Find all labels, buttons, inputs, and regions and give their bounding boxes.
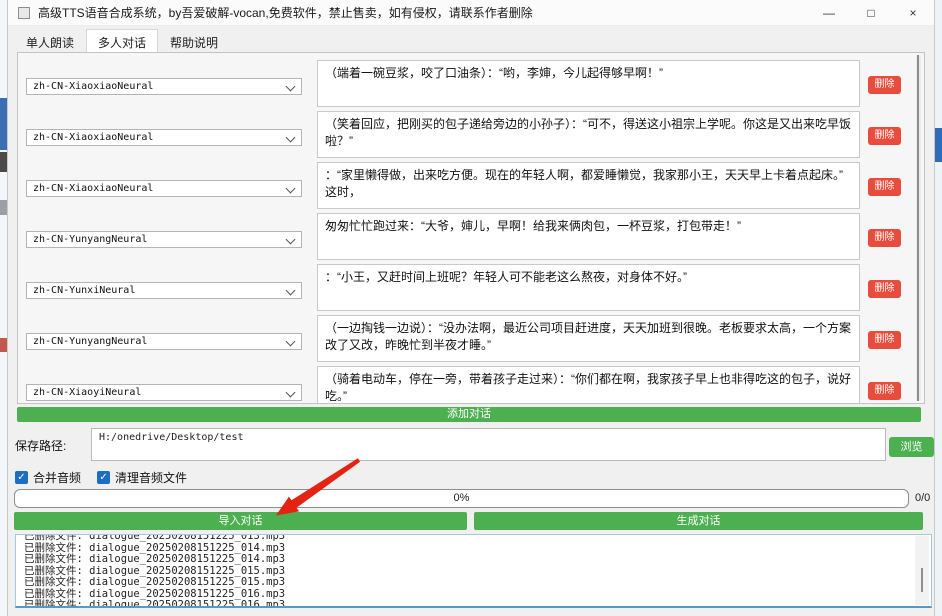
dialogue-row: zh-CN-YunyangNeural 匆匆忙忙跑过来：“大爷，婶儿，早啊！给我… (18, 213, 924, 261)
chevron-down-icon (286, 286, 296, 296)
dialogue-row: zh-CN-YunxiNeural ：“小王，又赶时间上班呢？年轻人可不能老这么… (18, 264, 924, 312)
progress-bar: 0% (14, 489, 909, 508)
dialogue-text-input[interactable]: （端着一碗豆浆，咬了口油条）：“哟，李婶，今儿起得够早啊！” (317, 60, 860, 107)
maximize-button[interactable]: □ (850, 0, 892, 26)
minimize-button[interactable]: — (808, 0, 850, 26)
app-icon (18, 7, 30, 19)
chevron-down-icon (286, 235, 296, 245)
voice-select[interactable]: zh-CN-XiaoxiaoNeural (26, 180, 302, 197)
desktop-edge-right (935, 0, 942, 616)
dialogue-row: zh-CN-XiaoxiaoNeural （端着一碗豆浆，咬了口油条）：“哟，李… (18, 60, 924, 108)
desktop-icon-fragment (0, 200, 7, 215)
log-lines: 已删除文件: dialogue_20250208151225_013.mp3 已… (24, 534, 931, 608)
title-bar: 高级TTS语音合成系统，by吾爱破解-vocan,免费软件，禁止售卖，如有侵权，… (8, 0, 934, 26)
voice-select-value: zh-CN-YunyangNeural (33, 234, 147, 245)
voice-select-value: zh-CN-YunxiNeural (33, 285, 135, 296)
save-path-input[interactable]: H:/onedrive/Desktop/test (91, 428, 886, 461)
delete-row-button[interactable]: 删除 (868, 178, 901, 196)
voice-select-value: zh-CN-YunyangNeural (33, 336, 147, 347)
merge-audio-checkbox[interactable]: ✓ 合并音频 (15, 469, 81, 486)
voice-select[interactable]: zh-CN-YunxiNeural (26, 282, 302, 299)
dialogue-row: zh-CN-XiaoxiaoNeural （笑着回应，把刚买的包子递给旁边的小孙… (18, 111, 924, 159)
add-dialogue-button[interactable]: 添加对话 (17, 407, 921, 422)
save-path-label: 保存路径: (15, 437, 66, 454)
delete-row-button[interactable]: 删除 (868, 76, 901, 94)
dialogue-text-input[interactable]: ：“小王，又赶时间上班呢？年轻人可不能老这么熬夜，对身体不好。” (317, 264, 860, 311)
voice-select-value: zh-CN-XiaoxiaoNeural (33, 183, 153, 194)
voice-select-value: zh-CN-XiaoxiaoNeural (33, 132, 153, 143)
log-scrollbar-thumb[interactable] (921, 568, 923, 592)
panel-scrollbar[interactable] (916, 55, 921, 401)
chevron-down-icon (286, 82, 296, 92)
chevron-down-icon (286, 388, 296, 398)
dialogue-panel: zh-CN-XiaoxiaoNeural （端着一碗豆浆，咬了口油条）：“哟，李… (17, 52, 925, 404)
desktop-edge-left (0, 0, 7, 616)
log-line: 已删除文件: dialogue_20250208151225_015.mp3 (24, 577, 931, 589)
dialogue-row: zh-CN-YunyangNeural （一边掏钱一边说）：“没办法啊，最近公司… (18, 315, 924, 363)
clean-audio-label: 清理音频文件 (115, 469, 187, 486)
clean-audio-checkbox[interactable]: ✓ 清理音频文件 (97, 469, 187, 486)
voice-select-value: zh-CN-XiaoxiaoNeural (33, 81, 153, 92)
desktop-icon-fragment (0, 338, 7, 352)
voice-select[interactable]: zh-CN-YunyangNeural (26, 231, 302, 248)
desktop-icon-fragment (0, 98, 7, 150)
delete-row-button[interactable]: 删除 (868, 280, 901, 298)
dialogue-text-input[interactable]: ：“家里懒得做，出来吃方便。现在的年轻人啊，都爱睡懒觉，我家那小王，天天早上卡着… (317, 162, 860, 209)
panel-scrollbar-thumb[interactable] (917, 55, 919, 401)
import-dialogue-button[interactable]: 导入对话 (14, 512, 467, 530)
log-line: 已删除文件: dialogue_20250208151225_016.mp3 (24, 600, 931, 608)
dialogue-text-input[interactable]: （一边掏钱一边说）：“没办法啊，最近公司项目赶进度，天天加班到很晚。老板要求太高… (317, 315, 860, 362)
chevron-down-icon (286, 337, 296, 347)
delete-row-button[interactable]: 删除 (868, 331, 901, 349)
dialogue-text-input[interactable]: 匆匆忙忙跑过来：“大爷，婶儿，早啊！给我来俩肉包，一杯豆浆，打包带走！” (317, 213, 860, 260)
close-button[interactable]: × (892, 0, 934, 26)
dialogue-text-input[interactable]: （笑着回应，把刚买的包子递给旁边的小孙子）：“可不，得送这小祖宗上学呢。你这是又… (317, 111, 860, 158)
options-row: ✓ 合并音频 ✓ 清理音频文件 (15, 469, 203, 486)
browse-button[interactable]: 浏览 (889, 437, 934, 457)
log-scrollbar[interactable] (915, 536, 929, 605)
desktop-icon-fragment (935, 128, 942, 162)
delete-row-button[interactable]: 删除 (868, 229, 901, 247)
checkbox-checked-icon: ✓ (15, 471, 28, 484)
generate-dialogue-button[interactable]: 生成对话 (474, 512, 923, 530)
voice-select-value: zh-CN-XiaoyiNeural (33, 387, 141, 398)
progress-counter: 0/0 (915, 492, 930, 504)
progress-percent: 0% (454, 492, 470, 504)
delete-row-button[interactable]: 删除 (868, 127, 901, 145)
window-controls: — □ × (808, 0, 934, 26)
merge-audio-label: 合并音频 (33, 469, 81, 486)
log-line: 已删除文件: dialogue_20250208151225_014.mp3 (24, 554, 931, 566)
app-window: 高级TTS语音合成系统，by吾爱破解-vocan,免费软件，禁止售卖，如有侵权，… (7, 0, 935, 616)
voice-select[interactable]: zh-CN-YunyangNeural (26, 333, 302, 350)
chevron-down-icon (286, 184, 296, 194)
desktop-icon-fragment (0, 152, 7, 172)
voice-select[interactable]: zh-CN-XiaoxiaoNeural (26, 78, 302, 95)
dialogue-row: zh-CN-XiaoxiaoNeural ：“家里懒得做，出来吃方便。现在的年轻… (18, 162, 924, 210)
dialogue-row: zh-CN-XiaoyiNeural （骑着电动车，停在一旁，带着孩子走过来）：… (18, 366, 924, 404)
window-title: 高级TTS语音合成系统，by吾爱破解-vocan,免费软件，禁止售卖，如有侵权，… (38, 4, 533, 21)
voice-select[interactable]: zh-CN-XiaoxiaoNeural (26, 129, 302, 146)
voice-select[interactable]: zh-CN-XiaoyiNeural (26, 384, 302, 401)
checkbox-checked-icon: ✓ (97, 471, 110, 484)
delete-row-button[interactable]: 删除 (868, 382, 901, 400)
dialogue-text-input[interactable]: （骑着电动车，停在一旁，带着孩子走过来）：“你们都在啊，我家孩子早上也非得吃这的… (317, 366, 860, 404)
log-output[interactable]: 已删除文件: dialogue_20250208151225_013.mp3 已… (15, 534, 932, 608)
chevron-down-icon (286, 133, 296, 143)
